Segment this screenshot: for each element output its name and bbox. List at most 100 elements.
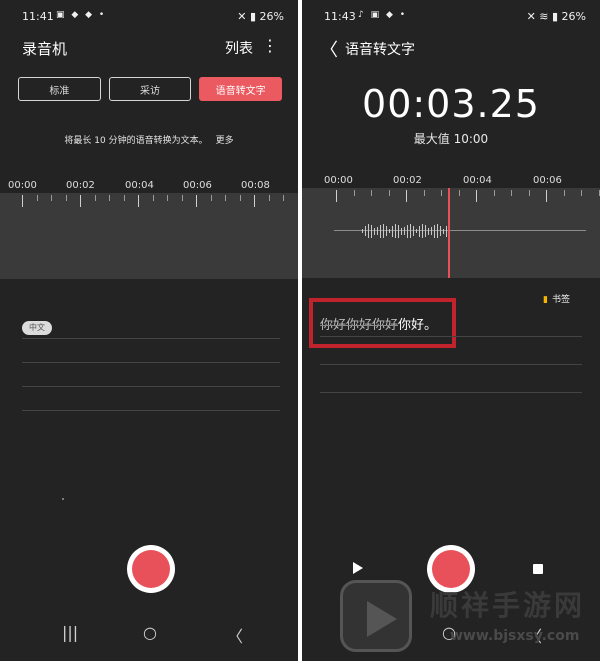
screen-title: 语音转文字 [345, 42, 415, 58]
timeline-label: 00:08 [241, 180, 270, 191]
back-arrow-icon[interactable]: 〈 [320, 36, 338, 62]
timeline-label: 00:06 [533, 175, 562, 186]
elapsed-time: 00:03.25 [362, 82, 540, 126]
timeline-tick [239, 195, 241, 201]
dot [62, 498, 64, 500]
timeline-label: 00:02 [66, 180, 95, 191]
hint-text: 将最长 10 分钟的语音转换为文本。 [64, 136, 208, 146]
max-duration: 最大值 10:00 [413, 132, 489, 146]
stop-icon[interactable] [533, 564, 543, 574]
more-link[interactable]: 更多 [216, 136, 234, 146]
mode-standard-button[interactable]: 标准 [18, 77, 101, 101]
waveform-bar [386, 226, 387, 236]
timeline-tick [283, 195, 284, 201]
timeline-ticks [0, 193, 298, 209]
waveform-bar [437, 224, 438, 238]
divider [320, 392, 582, 393]
timeline-label: 00:00 [8, 180, 37, 191]
language-chip[interactable]: 中文 [22, 321, 52, 335]
timeline-tick [123, 195, 125, 201]
timeline-tick [36, 195, 38, 201]
divider [22, 386, 280, 387]
waveform-bar [365, 226, 366, 236]
waveform-bar [425, 225, 426, 237]
timeline-tick [336, 190, 337, 202]
waveform-bar [428, 227, 429, 235]
speech-to-text-screen: 11:43 ♪ ▣ ◆ • ✕ ≋ ▮ 26% 〈 语音转文字 00:03.25… [302, 0, 600, 661]
record-icon [132, 550, 170, 588]
playhead[interactable] [448, 188, 450, 278]
home-icon[interactable]: ○ [143, 623, 157, 642]
timeline-tick [581, 190, 582, 196]
battery-indicator: ✕ ≋ ▮ 26% [526, 10, 586, 23]
status-bar: 11:41 ▣ ◆ ◆ • ✕ ▮ 26% [0, 6, 298, 28]
timeline-tick [51, 195, 52, 201]
timeline-tick [138, 195, 139, 207]
waveform [362, 218, 452, 244]
waveform-bar [362, 229, 363, 233]
watermark-play-icon [367, 601, 397, 637]
timeline-tick [476, 190, 477, 202]
bookmark-button[interactable]: ▮ 书签 [543, 292, 570, 305]
waveform-bar [443, 228, 444, 234]
waveform-area [302, 188, 600, 278]
timeline-labels: 00:00 00:02 00:04 00:06 [302, 175, 600, 189]
back-nav-icon[interactable]: 〈 [227, 623, 243, 647]
timeline-tick [441, 190, 442, 196]
more-options-icon[interactable]: ⋮ [262, 36, 278, 55]
watermark-logo-icon [340, 580, 412, 652]
timeline-tick [388, 190, 390, 196]
timeline-label: 00:00 [324, 175, 353, 186]
divider [22, 338, 280, 339]
list-button[interactable]: 列表 [225, 38, 253, 58]
waveform-bar [413, 226, 414, 236]
timeline-tick [371, 190, 372, 196]
status-time: 11:43 [324, 10, 356, 23]
mode-speech-to-text-button[interactable]: 语音转文字 [199, 77, 283, 101]
watermark-title: 顺祥手游网 [430, 589, 586, 622]
recorder-screen: 11:41 ▣ ◆ ◆ • ✕ ▮ 26% 录音机 列表 ⋮ 标准 采访 语音转… [0, 0, 298, 661]
notification-icons: ▣ ◆ ◆ • [56, 10, 107, 20]
waveform-bar [440, 226, 441, 236]
timeline-tick [167, 195, 168, 201]
play-icon[interactable] [353, 562, 363, 574]
mode-hint: 将最长 10 分钟的语音转换为文本。 更多 [0, 133, 298, 146]
timeline-tick [65, 195, 67, 201]
recents-icon[interactable]: ||| [62, 623, 78, 642]
timeline-tick [210, 195, 212, 201]
timeline-ticks [302, 188, 600, 204]
watermark-url: www.bjsxsy.com [450, 628, 580, 644]
divider [320, 364, 582, 365]
timeline-tick [80, 195, 81, 207]
timeline-tick [598, 190, 600, 196]
notification-icons: ♪ ▣ ◆ • [358, 10, 408, 20]
record-button[interactable] [127, 545, 175, 593]
timeline-tick [22, 195, 23, 207]
mode-interview-button[interactable]: 采访 [108, 77, 192, 101]
waveform-area [0, 193, 298, 279]
timeline-tick [225, 195, 226, 201]
timeline-tick [546, 190, 547, 202]
nav-bar: ||| ○ 〈 [0, 623, 298, 649]
timeline-tick [423, 190, 425, 196]
waveform-bar [410, 224, 411, 238]
app-bar: 〈 语音转文字 [302, 34, 600, 62]
timeline-label: 00:04 [463, 175, 492, 186]
timeline-label: 00:02 [393, 175, 422, 186]
waveform-bar [419, 225, 420, 237]
waveform-bar [401, 227, 402, 235]
divider [320, 336, 582, 337]
divider [22, 410, 280, 411]
waveform-bar [368, 224, 369, 238]
timeline-tick [511, 190, 512, 196]
app-bar: 录音机 列表 ⋮ [0, 34, 298, 60]
status-bar: 11:43 ♪ ▣ ◆ • ✕ ≋ ▮ 26% [302, 6, 600, 28]
timeline-tick [353, 190, 355, 196]
waveform-bar [383, 224, 384, 238]
timeline-tick [297, 195, 298, 201]
bookmark-icon: ▮ [543, 295, 548, 305]
waveform-bar [395, 224, 396, 238]
timeline-tick [254, 195, 255, 207]
waveform-bar [416, 229, 417, 233]
waveform-bar [380, 224, 381, 238]
